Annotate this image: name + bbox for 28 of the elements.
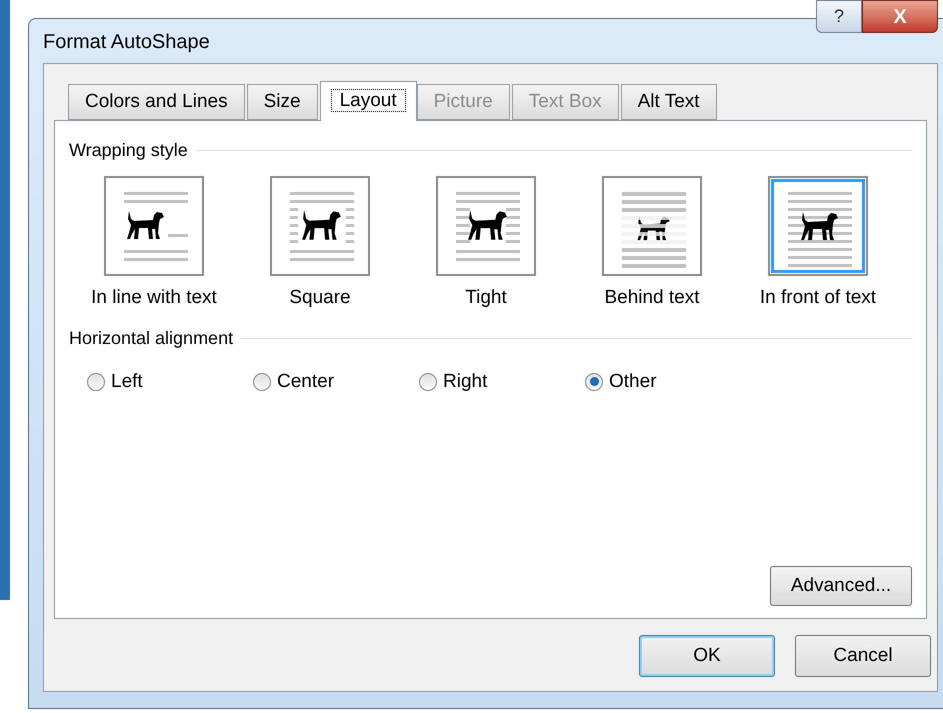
dialog-button[interactable]: OK (639, 635, 775, 677)
tab[interactable]: Colors and Lines (68, 84, 245, 120)
tab[interactable]: Layout (320, 81, 417, 121)
radio-button[interactable] (585, 372, 603, 391)
wrap-option-button[interactable] (104, 176, 204, 276)
tab[interactable]: Size (246, 84, 318, 120)
dialog-button[interactable]: Cancel (795, 635, 931, 677)
radio-label: Other (609, 370, 657, 394)
radio-button[interactable] (253, 372, 271, 391)
advanced-button[interactable]: Advanced... (770, 566, 912, 606)
wrap-option-label: Behind text (604, 286, 700, 310)
radio-button[interactable] (87, 372, 105, 391)
tab[interactable]: Alt Text (620, 84, 717, 120)
wrap-option-button[interactable] (436, 176, 536, 276)
wrap-option-label: In front of text (760, 286, 876, 310)
wrap-option-button[interactable] (270, 176, 370, 276)
radio-label: Center (277, 370, 334, 394)
radio-label: Left (111, 370, 143, 394)
wrap-option-label: Square (289, 286, 351, 310)
radio-button[interactable] (419, 372, 437, 391)
help-button[interactable]: ? (816, 0, 862, 33)
radio-label: Right (443, 370, 488, 394)
wrap-option-label: In line with text (91, 286, 217, 310)
wrap-option-button[interactable] (768, 176, 868, 276)
section-heading: Wrapping style (69, 139, 188, 162)
wrap-option-label: Tight (465, 286, 507, 310)
section-heading: Horizontal alignment (69, 326, 234, 350)
window-title: Format AutoShape (43, 30, 210, 55)
